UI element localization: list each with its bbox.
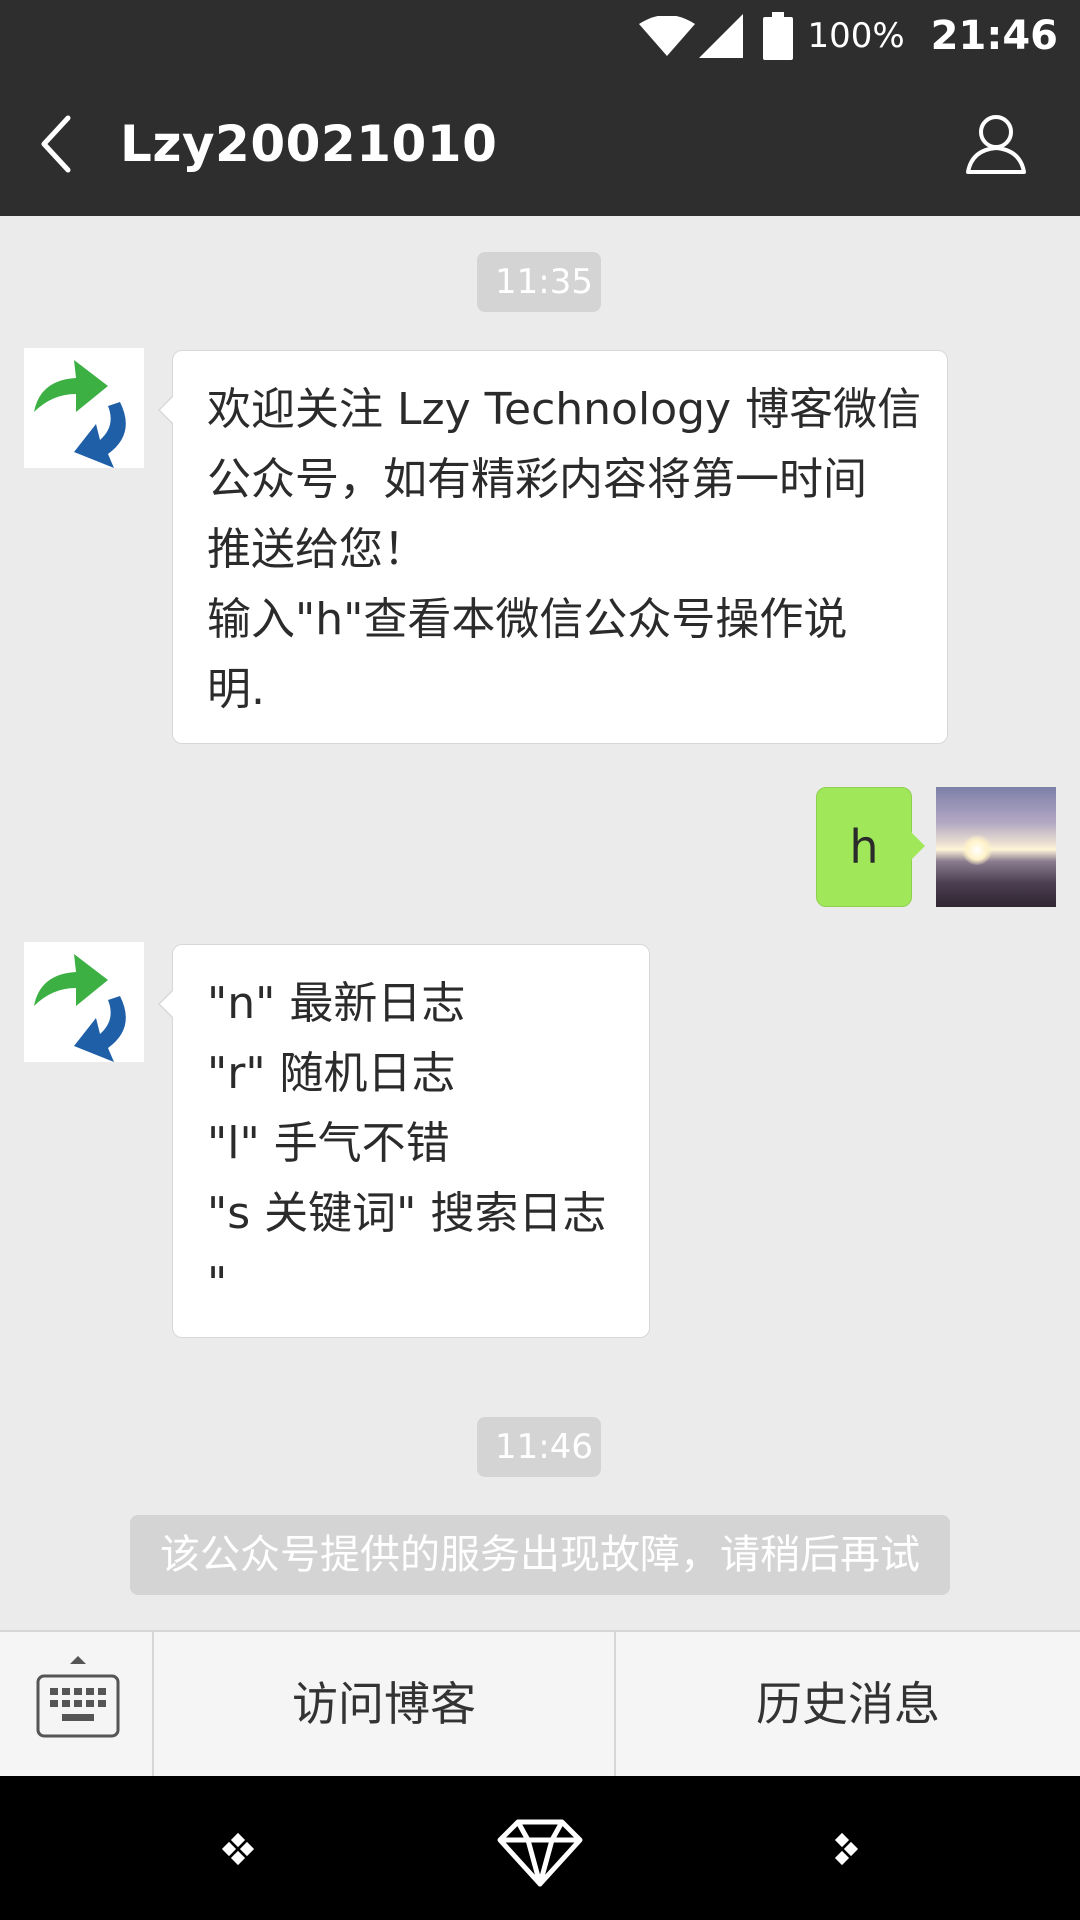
my-avatar[interactable] <box>936 787 1056 907</box>
menu-visit-blog[interactable]: 访问博客 <box>154 1632 616 1776</box>
message-line: 欢迎关注 Lzy Technology 博客微信 <box>207 384 922 435</box>
message-bubble[interactable]: "n" 最新日志 "r" 随机日志 "l" 手气不错 "s 关键词" 搜索日志 … <box>158 944 650 1338</box>
diamond-icon <box>497 1819 583 1887</box>
dots-icon <box>221 1832 255 1866</box>
avatar[interactable] <box>24 942 144 1062</box>
clock: 21:46 <box>930 13 1058 59</box>
message-line: "s 关键词" 搜索日志 <box>207 1188 607 1239</box>
message-line: 输入"h"查看本微信公众号操作说 <box>207 594 848 645</box>
avatar[interactable] <box>24 348 144 468</box>
nav-right-button[interactable] <box>822 1808 862 1892</box>
timestamp: 11:46 <box>477 1417 601 1477</box>
message-line: "l" 手气不错 <box>207 1118 450 1169</box>
profile-button[interactable] <box>964 112 1028 176</box>
message-line: h <box>849 820 879 874</box>
message-line: " <box>207 1258 228 1309</box>
nav-home-button[interactable] <box>496 1808 584 1892</box>
wifi-icon <box>639 16 696 56</box>
logo-arrows-icon <box>34 360 126 468</box>
sun-reflection <box>962 835 992 865</box>
back-button[interactable] <box>36 112 86 176</box>
person-icon <box>966 115 1026 174</box>
status-bar: 100% 21:46 <box>0 0 1080 72</box>
message-line: 推送给您！ <box>207 524 427 575</box>
status-icons: 100% 21:46 <box>639 0 1058 72</box>
battery-level: 100% <box>807 16 905 56</box>
message-bubble-sent[interactable]: h <box>816 787 925 907</box>
menu-history-messages[interactable]: 历史消息 <box>616 1632 1080 1776</box>
battery-icon <box>763 12 794 60</box>
message-line: "n" 最新日志 <box>207 978 466 1029</box>
system-notice: 该公众号提供的服务出现故障，请稍后再试 <box>130 1515 950 1595</box>
chat-title: Lzy20021010 <box>120 115 498 173</box>
message-line: "r" 随机日志 <box>207 1048 456 1099</box>
logo-arrows-icon <box>34 954 126 1062</box>
timestamp: 11:35 <box>477 252 601 312</box>
dots-icon <box>834 1832 859 1866</box>
signal-icon <box>699 14 744 58</box>
keyboard-toggle-button[interactable] <box>0 1632 154 1776</box>
keyboard-icon <box>36 1656 120 1738</box>
message-bubble[interactable]: 欢迎关注 Lzy Technology 博客微信 公众号，如有精彩内容将第一时间… <box>158 350 948 744</box>
account-menu-bar: 访问博客 历史消息 <box>0 1630 1080 1776</box>
message-line: 公众号，如有精彩内容将第一时间 <box>207 454 867 505</box>
message-line: 明. <box>207 664 265 715</box>
nav-left-button[interactable] <box>218 1808 258 1892</box>
system-nav-bar <box>0 1776 1080 1920</box>
chevron-left-icon <box>41 115 71 173</box>
title-bar: Lzy20021010 <box>0 72 1080 216</box>
